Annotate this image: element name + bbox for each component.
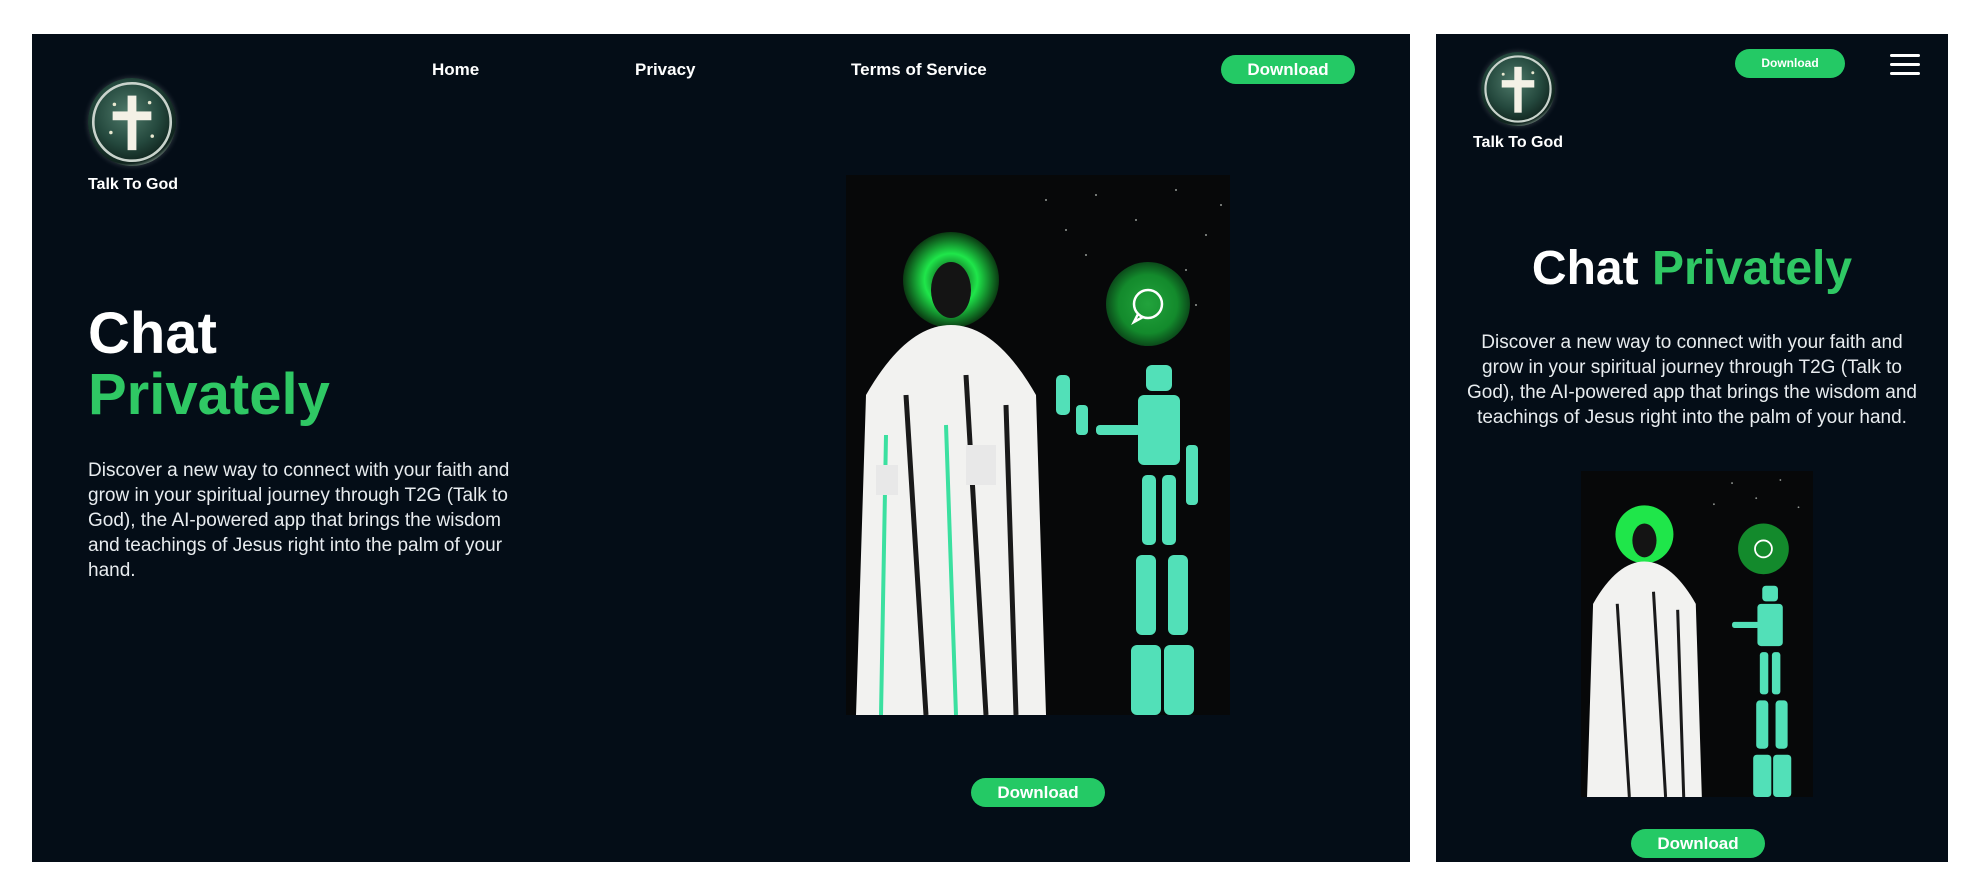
hamburger-menu-icon[interactable]: [1890, 54, 1920, 76]
hero-title: Chat Privately: [1436, 242, 1948, 295]
cross-medallion-icon: [91, 81, 173, 163]
hero-title: Chat Privately: [88, 301, 330, 427]
mobile-view: Talk To God Download Chat Privately Disc…: [1436, 34, 1948, 862]
nav-download-button[interactable]: Download: [1221, 55, 1355, 84]
jesus-and-robot-illustration: [846, 175, 1230, 715]
hero-download-button[interactable]: Download: [971, 778, 1105, 807]
hero-description: Discover a new way to connect with your …: [88, 460, 510, 581]
jesus-and-robot-illustration: [1581, 471, 1813, 797]
cross-medallion-icon: [1484, 55, 1552, 123]
hero-illustration: [1581, 471, 1813, 797]
brand-name: Talk To God: [87, 176, 179, 193]
nav-privacy-link[interactable]: Privacy: [635, 60, 696, 80]
hero-title-part2: Privately: [1651, 242, 1853, 295]
brand-logo[interactable]: [88, 78, 176, 166]
nav-terms-link[interactable]: Terms of Service: [851, 60, 987, 80]
hero-title-line1: Chat: [88, 301, 217, 366]
hero-title-part1: Chat: [1531, 242, 1639, 295]
brand-logo[interactable]: [1481, 52, 1555, 126]
nav-home-link[interactable]: Home: [432, 60, 479, 80]
mobile-download-button[interactable]: Download: [1631, 829, 1765, 858]
hero-title-line2: Privately: [88, 361, 330, 427]
brand-name: Talk To God: [1472, 134, 1564, 151]
mobile-header-download-button[interactable]: Download: [1735, 49, 1845, 78]
desktop-view: Talk To God Home Privacy Terms of Servic…: [32, 34, 1410, 862]
hero-description: Discover a new way to connect with your …: [1467, 332, 1917, 428]
hero-illustration: [846, 175, 1230, 715]
